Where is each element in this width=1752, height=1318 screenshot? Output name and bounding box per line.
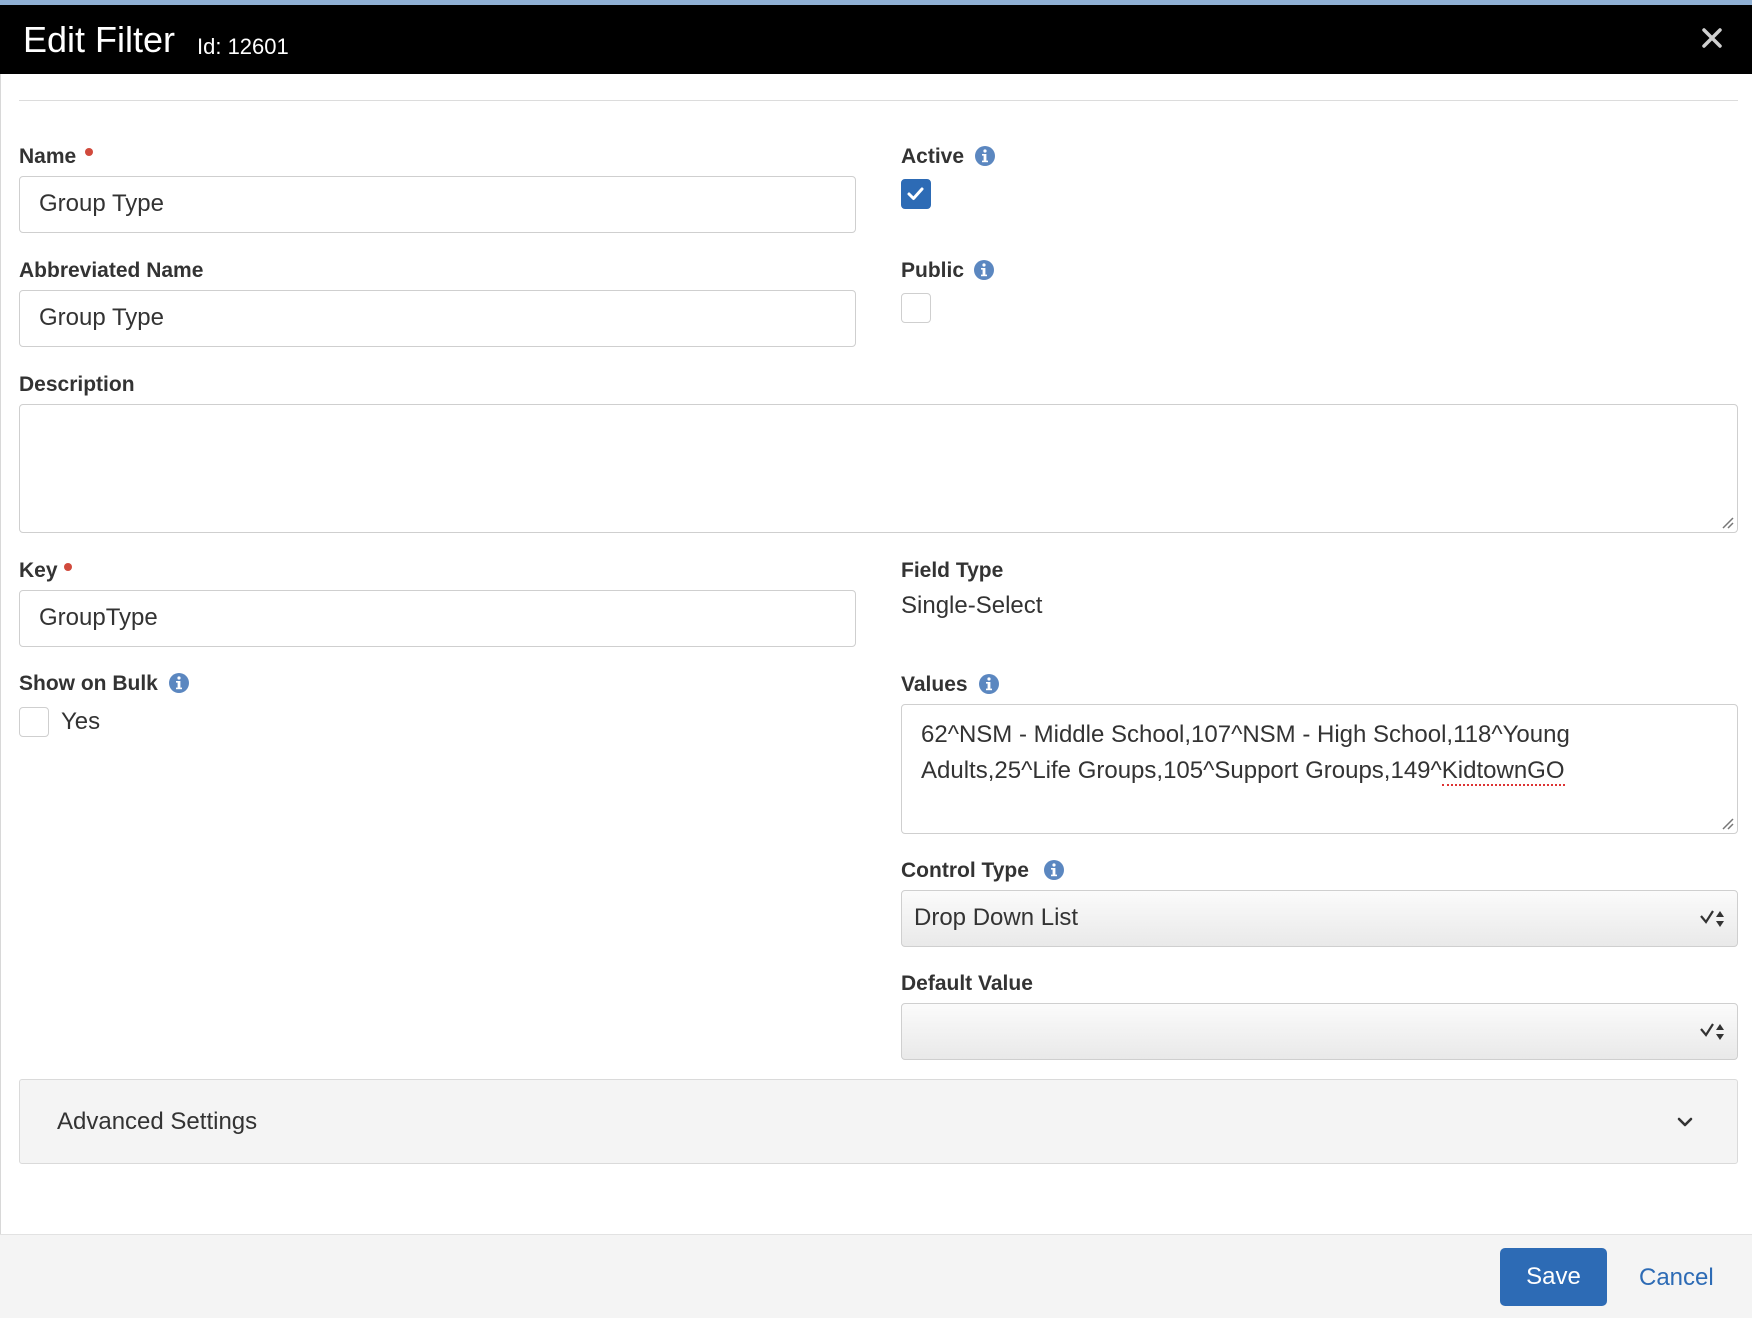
name-label: Name (19, 145, 77, 168)
select-arrows-icon (1700, 910, 1724, 927)
info-icon[interactable] (1043, 859, 1065, 881)
abbreviated-name-input[interactable]: Group Type (19, 290, 856, 347)
advanced-settings-label: Advanced Settings (57, 1108, 258, 1135)
dialog-title: Edit Filter (23, 19, 176, 60)
default-value-label: Default Value (901, 972, 1033, 995)
chevron-down-icon[interactable] (1675, 1112, 1695, 1132)
info-icon[interactable] (974, 145, 996, 167)
control-type-selected: Drop Down List (914, 904, 1079, 931)
info-icon[interactable] (973, 259, 995, 281)
header-divider (19, 100, 1738, 101)
required-indicator (64, 563, 72, 571)
spellcheck-word: KidtownGO (1441, 757, 1565, 786)
description-textarea[interactable] (19, 404, 1738, 533)
values-text: Adults,25^Life Groups,105^Support Groups… (921, 757, 1442, 784)
public-checkbox[interactable] (901, 293, 931, 323)
values-textarea[interactable]: 62^NSM - Middle School,107^NSM - High Sc… (901, 704, 1738, 834)
resize-grip-icon[interactable] (1720, 816, 1734, 830)
dialog-header: Edit Filter Id: 12601 (0, 5, 1752, 74)
save-button[interactable]: Save (1500, 1248, 1607, 1306)
active-checkbox[interactable] (901, 179, 931, 209)
default-value-select[interactable] (901, 1003, 1738, 1060)
active-label: Active (901, 145, 965, 168)
dialog-footer: Save Cancel (0, 1234, 1752, 1318)
close-icon[interactable] (1697, 23, 1727, 53)
control-type-label: Control Type (901, 859, 1029, 882)
show-on-bulk-label: Show on Bulk (19, 672, 158, 695)
description-label: Description (19, 373, 135, 396)
advanced-settings-accordion[interactable]: Advanced Settings (19, 1079, 1738, 1164)
show-on-bulk-checkbox[interactable] (19, 707, 49, 737)
show-on-bulk-option-label[interactable]: Yes (61, 708, 100, 736)
field-type-value: Single-Select (901, 592, 1043, 619)
values-label: Values (901, 673, 968, 696)
public-label: Public (901, 259, 965, 282)
select-arrows-icon (1700, 1023, 1724, 1040)
dialog-border (0, 74, 1, 1234)
cancel-link[interactable]: Cancel (1639, 1264, 1714, 1292)
resize-grip-icon[interactable] (1720, 515, 1734, 529)
info-icon[interactable] (168, 672, 190, 694)
values-line-1: 62^NSM - Middle School,107^NSM - High Sc… (921, 721, 1570, 748)
check-icon (907, 187, 924, 200)
abbreviated-name-label: Abbreviated Name (19, 259, 204, 282)
dialog-id: Id: 12601 (197, 34, 289, 59)
info-icon[interactable] (978, 673, 1000, 695)
key-input[interactable]: GroupType (19, 590, 856, 647)
key-label: Key (19, 559, 58, 582)
required-indicator (85, 148, 93, 156)
values-line-2: Adults,25^Life Groups,105^Support Groups… (921, 753, 1718, 789)
control-type-select[interactable]: Drop Down List (901, 890, 1738, 947)
field-type-label: Field Type (901, 559, 1004, 582)
name-input[interactable]: Group Type (19, 176, 856, 233)
